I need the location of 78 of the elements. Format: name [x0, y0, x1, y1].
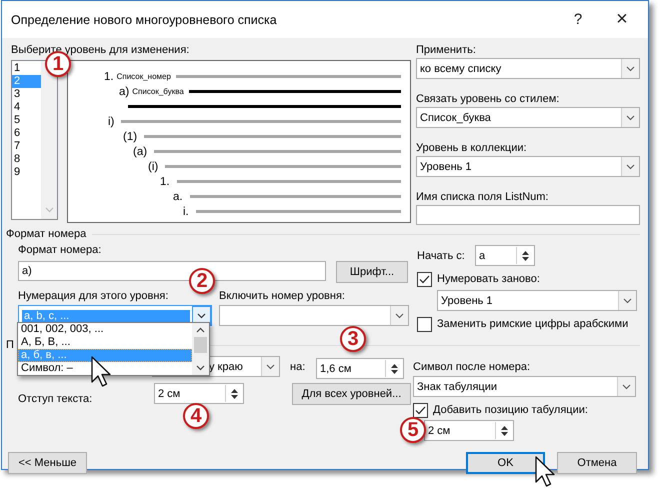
scrollbar[interactable]	[192, 323, 209, 375]
chevron-down-icon	[623, 298, 632, 304]
dialog-button[interactable]: Отмена	[557, 452, 637, 474]
checkbox-label: Заменить римские цифры арабскими	[437, 318, 628, 330]
dropdown-option[interactable]: 001, 002, 003, ...	[18, 323, 192, 336]
preview-number: (i)	[148, 160, 158, 172]
dropdown[interactable]: Список_буква	[416, 107, 640, 128]
font-button[interactable]: Шрифт...	[336, 261, 408, 283]
level-item[interactable]: 7	[12, 140, 41, 153]
dialog-button[interactable]: OK	[466, 452, 545, 474]
chevron-down-icon	[395, 312, 404, 318]
level-item[interactable]: 3	[12, 88, 41, 101]
field-label: Нумерация для этого уровня:	[18, 289, 170, 303]
help-button[interactable]: ?	[556, 4, 600, 34]
field-label: Связать уровень со стилем:	[416, 92, 560, 106]
preview-number: (1)	[123, 130, 138, 142]
dropdown-option[interactable]: А, Б, В, ...	[18, 336, 192, 349]
level-item[interactable]: 9	[12, 166, 41, 179]
checkbox-label: Добавить позицию табуляции:	[433, 404, 588, 416]
preview-number: a.	[173, 190, 183, 202]
all-levels-button[interactable]: Для всех уровней...	[292, 383, 411, 405]
level-item[interactable]: 1	[12, 62, 41, 75]
dropdown[interactable]: Уровень 1	[416, 156, 640, 177]
preview-number: 1.	[104, 70, 114, 82]
callout-badge: 2	[189, 268, 215, 294]
chevron-down-icon	[626, 114, 635, 120]
callout-badge: 4	[183, 403, 209, 429]
section-title: П	[6, 339, 14, 351]
field-label: Формат номера:	[18, 243, 102, 257]
dropdown[interactable]: Уровень 1	[437, 290, 637, 311]
field-label: Отступ текста:	[18, 392, 94, 406]
chevron-down-icon	[626, 164, 635, 170]
spin-field[interactable]: a	[475, 245, 535, 266]
field-label: Символ после номера:	[413, 360, 532, 374]
level-item[interactable]: 4	[12, 101, 41, 114]
dropdown[interactable]: ко всему списку	[416, 58, 640, 79]
chevron-down-icon	[622, 384, 631, 390]
close-button[interactable]: ×	[600, 4, 644, 34]
preview-number: 1.	[160, 176, 170, 188]
spin-field[interactable]: 1,6 см	[316, 358, 404, 379]
spin-arrows-icon[interactable]	[500, 424, 508, 436]
checkbox[interactable]	[413, 402, 428, 418]
level-item[interactable]: 5	[12, 114, 41, 127]
spin-arrows-icon[interactable]	[390, 362, 398, 374]
spin-field[interactable]: 2 см	[424, 420, 514, 441]
field-label: Начать с:	[417, 248, 466, 262]
level-item[interactable]: 6	[12, 127, 41, 140]
chevron-down-icon	[626, 66, 635, 72]
preview-number: i)	[108, 116, 114, 128]
field-label: Выберите уровень для изменения:	[11, 43, 190, 56]
spin-arrows-icon[interactable]	[522, 250, 528, 262]
spin-arrows-icon[interactable]	[230, 388, 238, 400]
preview-style-name: Список_буква	[132, 87, 184, 96]
field-label: на:	[290, 360, 306, 374]
window-title: Определение нового многоуровневого списка	[11, 12, 278, 26]
checkbox[interactable]	[417, 272, 432, 286]
chevron-down-icon	[266, 364, 275, 370]
callout-badge: 5	[400, 417, 426, 443]
level-item[interactable]: 8	[12, 153, 41, 166]
chevron-down-icon	[197, 312, 206, 318]
spin-field[interactable]: 2 см	[154, 383, 244, 404]
preview-number: a)	[119, 86, 130, 98]
section-title: Формат номера	[6, 228, 86, 240]
input-field[interactable]	[416, 205, 640, 225]
field-label: Уровень в коллекции:	[416, 141, 528, 155]
checkmark-icon	[415, 406, 426, 414]
checkmark-icon	[419, 274, 430, 284]
field-label: Имя списка поля ListNum:	[416, 190, 550, 204]
dropdown[interactable]: Знак табуляции	[413, 376, 636, 397]
preview-style-name: Список_номер	[116, 72, 171, 81]
preview-number: i.	[183, 206, 189, 218]
field-label: Включить номер уровня:	[219, 289, 345, 303]
preview-number: (a)	[133, 146, 148, 158]
checkbox[interactable]	[417, 316, 432, 332]
dialog-button[interactable]: << Меньше	[8, 452, 87, 474]
checkbox-label: Нумеровать заново:	[437, 273, 540, 285]
callout-badge: 3	[340, 326, 366, 352]
field-label: Применить:	[416, 43, 477, 57]
